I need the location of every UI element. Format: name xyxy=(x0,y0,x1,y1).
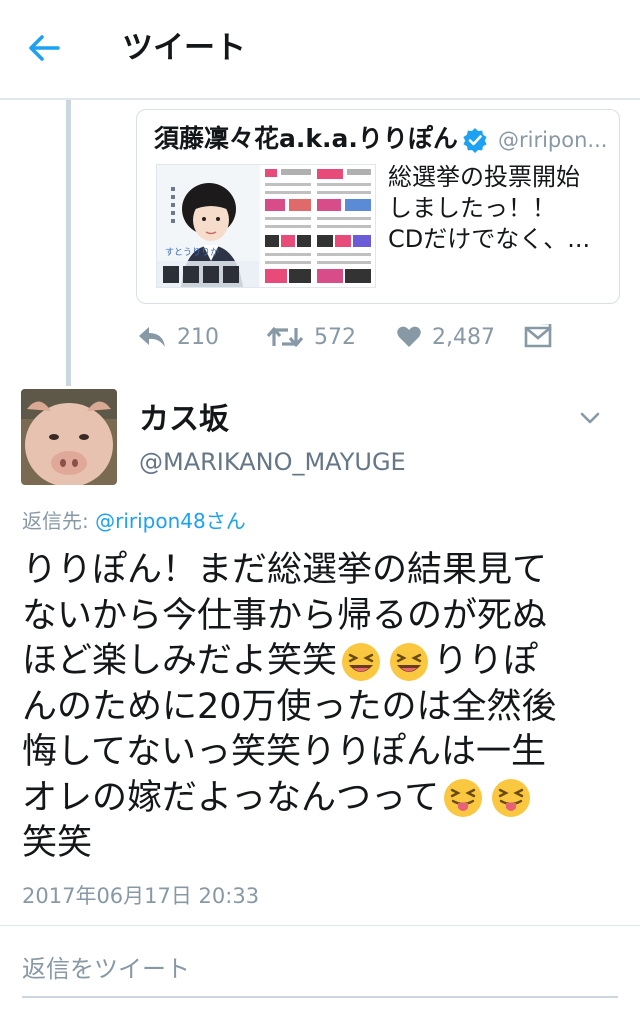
quoted-author-handle: @riripon... xyxy=(498,128,608,152)
tongue-out-squinting-emoji-icon xyxy=(492,779,531,818)
arrow-left-icon xyxy=(29,35,60,61)
poster-image: すとうりりか xyxy=(157,165,375,287)
reply-input[interactable]: 返信をツイート xyxy=(22,952,190,986)
retweet-button[interactable]: 572 xyxy=(266,320,356,354)
reply-context: 返信先: @riripon48さん xyxy=(22,506,246,536)
quoted-text-line: 総選挙の投票開始 xyxy=(388,163,580,191)
reply-input-underline xyxy=(22,996,618,998)
pig-avatar-image xyxy=(21,389,117,485)
tweet-text-line: 笑笑 xyxy=(22,823,93,863)
reply-to-label: 返信先: xyxy=(22,509,96,533)
direct-message-button[interactable] xyxy=(524,320,562,354)
quoted-author-name: 須藤凜々花a.k.a.りりぽん xyxy=(154,124,458,153)
reply-to-mention[interactable]: @riripon48さん xyxy=(95,509,246,533)
reply-icon xyxy=(139,327,165,347)
top-app-bar xyxy=(0,0,640,100)
divider xyxy=(0,925,640,926)
tongue-out-squinting-emoji-icon xyxy=(444,779,483,818)
quoted-text-line: しましたっ！！ xyxy=(388,194,556,222)
chevron-down-icon xyxy=(580,412,600,424)
like-button[interactable]: 2,487 xyxy=(396,320,495,354)
tweet-options-button[interactable] xyxy=(576,404,604,432)
tweet-text-line: ないから今仕事から帰るのが死ぬ xyxy=(22,595,548,636)
tweet-text-line: んのために20万使ったのは全然後 xyxy=(22,686,557,727)
verified-badge-icon xyxy=(463,128,487,153)
retweet-icon xyxy=(266,327,304,347)
tweet-text-line: オレの嫁だよっなんつって xyxy=(22,777,440,818)
tweet-text-line: りりぽ xyxy=(433,641,539,681)
grinning-squinting-emoji-icon xyxy=(390,642,429,681)
tweet-timestamp: 2017年06月17日 20:33 xyxy=(22,884,260,908)
tweet-text-line: りりぽん！まだ総選挙の結果見て xyxy=(22,550,548,590)
quoted-tweet-text: 総選挙の投票開始 しましたっ！！ CDだけでなく、... xyxy=(388,162,608,255)
tweet-text-line: ほど楽しみだよ笑笑 xyxy=(22,641,338,681)
quoted-text-line: CDだけでなく、... xyxy=(388,225,591,253)
avatar[interactable] xyxy=(21,389,117,485)
poster-caption: すとうりりか xyxy=(165,247,219,258)
like-count: 2,487 xyxy=(432,324,495,350)
thread-connector xyxy=(66,100,71,386)
author-name[interactable]: カス坂 xyxy=(139,400,229,440)
reply-button[interactable]: 210 xyxy=(137,320,219,354)
envelope-icon xyxy=(524,324,552,348)
author-handle[interactable]: @MARIKANO_MAYUGE xyxy=(139,446,406,478)
back-button[interactable] xyxy=(24,28,64,68)
page-title: ツイート xyxy=(122,30,246,66)
quoted-tweet-image[interactable]: すとうりりか xyxy=(156,164,376,288)
grinning-squinting-emoji-icon xyxy=(342,642,381,681)
tweet-text: りりぽん！まだ総選挙の結果見て ないから今仕事から帰るのが死ぬ ほど楽しみだよ笑… xyxy=(22,548,626,867)
tweet-text-line: 悔してないっ笑笑りりぽんは一生 xyxy=(22,732,546,772)
reply-count: 210 xyxy=(177,324,219,350)
retweet-count: 572 xyxy=(314,324,356,350)
heart-icon xyxy=(397,326,421,347)
